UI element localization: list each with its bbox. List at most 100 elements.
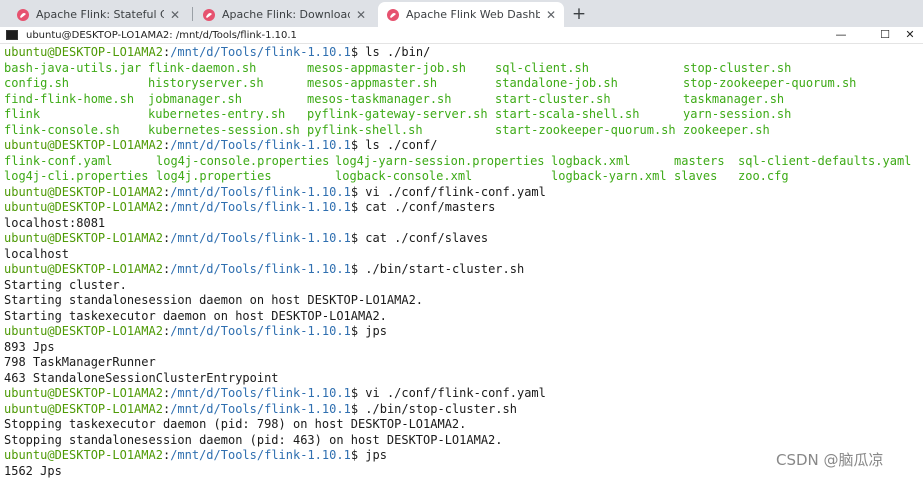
close-icon[interactable]: ✕	[170, 8, 180, 22]
file-entry: taskmanager.sh	[683, 91, 785, 106]
prompt-path: /mnt/d/Tools/flink-1.10.1	[170, 324, 351, 338]
output-text: localhost:8081	[4, 215, 106, 230]
flink-squirrel-icon	[203, 8, 215, 21]
command-text: jps	[365, 324, 387, 338]
file-entry: log4j-yarn-session.properties	[335, 153, 545, 168]
prompt-dollar: $	[350, 262, 366, 276]
terminal-line: ubuntu@DESKTOP-LO1AMA2:/mnt/d/Tools/flin…	[4, 402, 517, 418]
terminal-icon	[6, 30, 18, 40]
command-text: ./bin/start-cluster.sh	[365, 262, 525, 276]
file-entry: logback-yarn.xml	[551, 169, 667, 183]
command-text: vi ./conf/flink-conf.yaml	[365, 184, 546, 199]
prompt-dollar: $	[350, 386, 366, 400]
prompt-user: ubuntu@DESKTOP-LO1AMA2	[4, 386, 163, 400]
output-text: Stopping standalonesession daemon (pid: …	[4, 432, 503, 447]
terminal-line: 798 TaskManagerRunner	[4, 355, 156, 371]
output-text: 893 Jps	[4, 339, 55, 354]
terminal-title-bar: ubuntu@DESKTOP-LO1AMA2: /mnt/d/Tools/fli…	[0, 27, 923, 44]
file-entry: yarn-session.sh	[683, 107, 792, 121]
prompt-dollar: $	[350, 184, 366, 199]
file-entry: standalone-job.sh	[495, 76, 618, 90]
terminal-line: Starting standalonesession daemon on hos…	[4, 293, 423, 309]
terminal-line: localhost:8081	[4, 216, 105, 232]
prompt-user: ubuntu@DESKTOP-LO1AMA2	[4, 184, 163, 199]
command-text: cat ./conf/slaves	[365, 231, 489, 245]
prompt-user: ubuntu@DESKTOP-LO1AMA2	[4, 200, 163, 214]
file-entry: masters	[674, 153, 725, 168]
prompt-path: /mnt/d/Tools/flink-1.10.1	[170, 386, 351, 400]
file-entry: log4j.properties	[156, 169, 272, 183]
terminal-line: Stopping taskexecutor daemon (pid: 798) …	[4, 417, 466, 433]
terminal-line: flink kubernetes-entry.sh pyflink-gateway-…	[4, 107, 919, 123]
output-text: localhost	[4, 246, 70, 261]
terminal-line: flink-console.sh kubernetes-session.sh pyf…	[4, 123, 919, 139]
file-entry: mesos-appmaster-job.sh	[307, 60, 466, 75]
terminal-line: ubuntu@DESKTOP-LO1AMA2:/mnt/d/Tools/flin…	[4, 262, 524, 278]
file-entry: zookeeper.sh	[683, 122, 770, 137]
prompt-user: ubuntu@DESKTOP-LO1AMA2	[4, 262, 163, 276]
terminal-line: 463 StandaloneSessionClusterEntrypoint	[4, 371, 279, 387]
file-entry: flink-daemon.sh	[148, 60, 257, 75]
prompt-path: /mnt/d/Tools/flink-1.10.1	[170, 401, 351, 416]
minimize-button[interactable]: —	[826, 27, 856, 43]
prompt-user: ubuntu@DESKTOP-LO1AMA2	[4, 45, 163, 59]
file-entry: flink-conf.yaml	[4, 153, 113, 168]
prompt-dollar: $	[350, 231, 366, 245]
file-entry: kubernetes-entry.sh	[148, 107, 286, 121]
terminal-line: log4j-cli.properties log4j.properties logb…	[4, 169, 919, 185]
terminal-line: Starting cluster.	[4, 278, 127, 294]
file-entry: mesos-appmaster.sh	[307, 76, 438, 90]
new-tab-button[interactable]: +	[569, 4, 589, 24]
command-text: vi ./conf/flink-conf.yaml	[365, 386, 546, 400]
command-text: ls ./conf/	[365, 138, 438, 152]
prompt-user: ubuntu@DESKTOP-LO1AMA2	[4, 448, 163, 462]
prompt-user: ubuntu@DESKTOP-LO1AMA2	[4, 401, 163, 416]
prompt-user: ubuntu@DESKTOP-LO1AMA2	[4, 324, 163, 338]
browser-tab-strip: Apache Flink: Stateful Compu ✕ Apache Fl…	[0, 0, 923, 27]
output-text: 463 StandaloneSessionClusterEntrypoint	[4, 370, 279, 385]
close-icon[interactable]: ✕	[356, 8, 366, 22]
file-entry: start-cluster.sh	[495, 91, 611, 106]
terminal-line: flink-conf.yaml log4j-console.properties l…	[4, 154, 919, 170]
tab-flink-stateful[interactable]: Apache Flink: Stateful Compu ✕	[8, 2, 188, 27]
terminal-line: ubuntu@DESKTOP-LO1AMA2:/mnt/d/Tools/flin…	[4, 185, 546, 201]
terminal-line: ubuntu@DESKTOP-LO1AMA2:/mnt/d/Tools/flin…	[4, 448, 387, 464]
terminal-line: Stopping standalonesession daemon (pid: …	[4, 433, 503, 449]
output-text: Starting cluster.	[4, 277, 127, 292]
output-text: Stopping taskexecutor daemon (pid: 798) …	[4, 417, 467, 431]
tab-flink-downloads[interactable]: Apache Flink: Downloads ✕	[194, 2, 374, 27]
file-entry: log4j-console.properties	[156, 153, 330, 168]
terminal-line: ubuntu@DESKTOP-LO1AMA2:/mnt/d/Tools/flin…	[4, 45, 430, 61]
command-text: ls ./bin/	[365, 45, 431, 59]
prompt-path: /mnt/d/Tools/flink-1.10.1	[170, 138, 351, 152]
file-entry: flink-console.sh	[4, 122, 120, 137]
close-icon[interactable]: ✕	[546, 8, 556, 22]
terminal-line: ubuntu@DESKTOP-LO1AMA2:/mnt/d/Tools/flin…	[4, 324, 387, 340]
terminal-output[interactable]: ubuntu@DESKTOP-LO1AMA2:/mnt/d/Tools/flin…	[0, 45, 923, 479]
prompt-path: /mnt/d/Tools/flink-1.10.1	[170, 200, 351, 214]
tab-divider	[192, 7, 193, 21]
prompt-dollar: $	[350, 401, 366, 416]
terminal-line: ubuntu@DESKTOP-LO1AMA2:/mnt/d/Tools/flin…	[4, 138, 438, 154]
prompt-dollar: $	[350, 138, 366, 152]
file-entry: flink	[4, 107, 41, 121]
prompt-path: /mnt/d/Tools/flink-1.10.1	[170, 45, 351, 59]
file-entry: pyflink-gateway-server.sh	[307, 107, 488, 121]
prompt-dollar: $	[350, 45, 366, 59]
prompt-path: /mnt/d/Tools/flink-1.10.1	[170, 262, 351, 276]
csdn-watermark: CSDN @脑瓜凉	[776, 451, 884, 469]
file-entry: jobmanager.sh	[148, 91, 242, 106]
file-entry: config.sh	[4, 76, 70, 90]
prompt-path: /mnt/d/Tools/flink-1.10.1	[170, 184, 351, 199]
file-entry: start-zookeeper-quorum.sh	[495, 122, 676, 137]
file-entry: log4j-cli.properties	[4, 169, 149, 183]
terminal-line: find-flink-home.sh jobmanager.sh mesos-tas…	[4, 92, 919, 108]
tab-flink-web-dashboard[interactable]: Apache Flink Web Dashboard ✕	[378, 2, 564, 27]
flink-squirrel-icon	[17, 8, 29, 21]
prompt-dollar: $	[350, 324, 366, 338]
close-window-button[interactable]: ✕	[895, 27, 923, 43]
tab-label: Apache Flink: Stateful Compu	[36, 8, 164, 21]
terminal-line: config.sh historyserver.sh mesos-appmaster…	[4, 76, 919, 92]
output-text: Starting taskexecutor daemon on host DES…	[4, 308, 387, 323]
file-entry: kubernetes-session.sh	[148, 122, 300, 137]
